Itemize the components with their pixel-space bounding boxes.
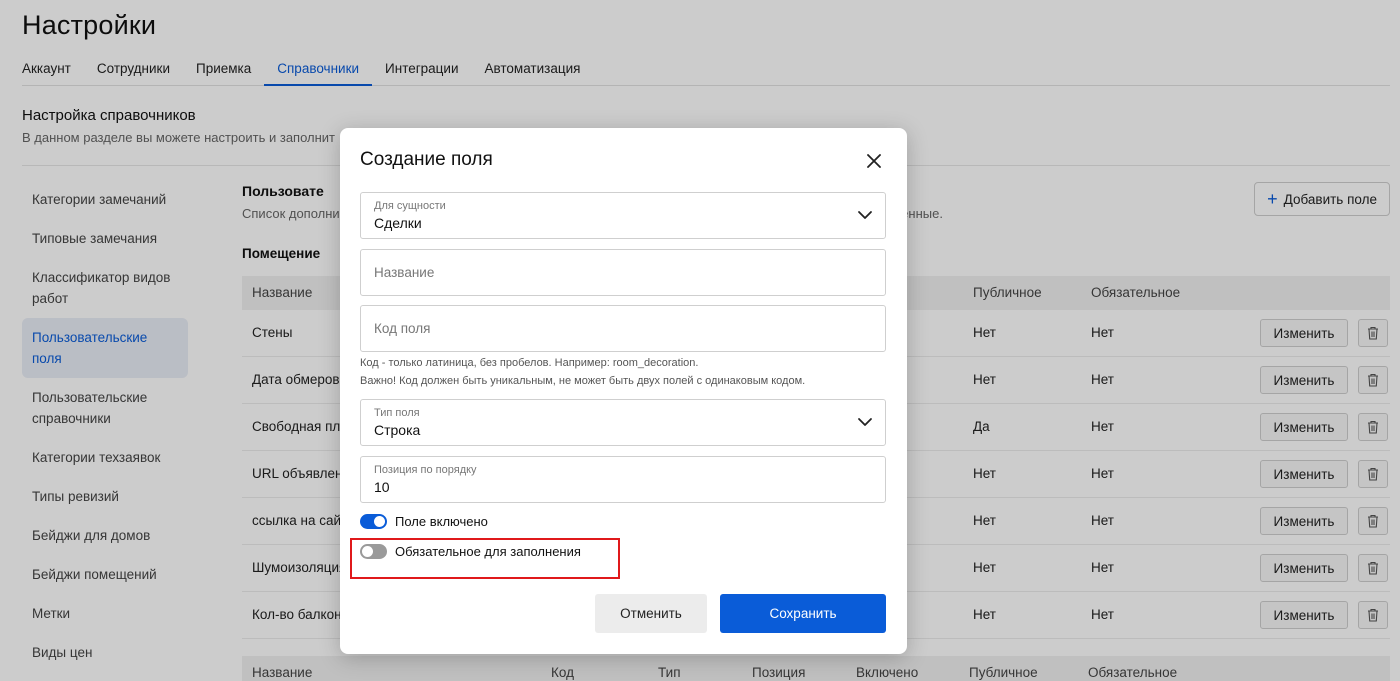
create-field-modal: Создание поля Для сущности Сделки Код - … [340, 128, 907, 654]
entity-select-value: Сделки [374, 215, 422, 231]
toggle-knob [362, 546, 373, 557]
modal-title: Создание поля [360, 149, 493, 170]
field-name-input-wrapper [360, 249, 886, 296]
required-toggle-label: Обязательное для заполнения [395, 544, 581, 559]
close-icon [867, 154, 881, 168]
code-uniqueness-hint: Важно! Код должен быть уникальным, не мо… [360, 375, 806, 387]
entity-select[interactable]: Для сущности Сделки [360, 192, 886, 239]
field-name-input[interactable] [361, 250, 885, 295]
enabled-toggle[interactable] [360, 514, 387, 529]
cancel-button[interactable]: Отменить [595, 594, 707, 633]
entity-select-label: Для сущности [374, 200, 446, 212]
field-code-input[interactable] [361, 306, 885, 351]
chevron-down-icon [858, 418, 872, 426]
required-toggle[interactable] [360, 544, 387, 559]
toggle-knob [374, 516, 385, 527]
field-type-label: Тип поля [374, 407, 420, 419]
required-toggle-row: Обязательное для заполнения [360, 544, 581, 559]
position-value: 10 [374, 479, 390, 495]
enabled-toggle-label: Поле включено [395, 514, 488, 529]
field-type-value: Строка [374, 422, 421, 438]
close-button[interactable] [863, 150, 885, 172]
field-code-input-wrapper [360, 305, 886, 352]
position-input[interactable]: Позиция по порядку 10 [360, 456, 886, 503]
save-button[interactable]: Сохранить [720, 594, 886, 633]
position-label: Позиция по порядку [374, 464, 477, 476]
code-hint: Код - только латиница, без пробелов. Нап… [360, 357, 699, 369]
enabled-toggle-row: Поле включено [360, 514, 488, 529]
chevron-down-icon [858, 211, 872, 219]
field-type-select[interactable]: Тип поля Строка [360, 399, 886, 446]
